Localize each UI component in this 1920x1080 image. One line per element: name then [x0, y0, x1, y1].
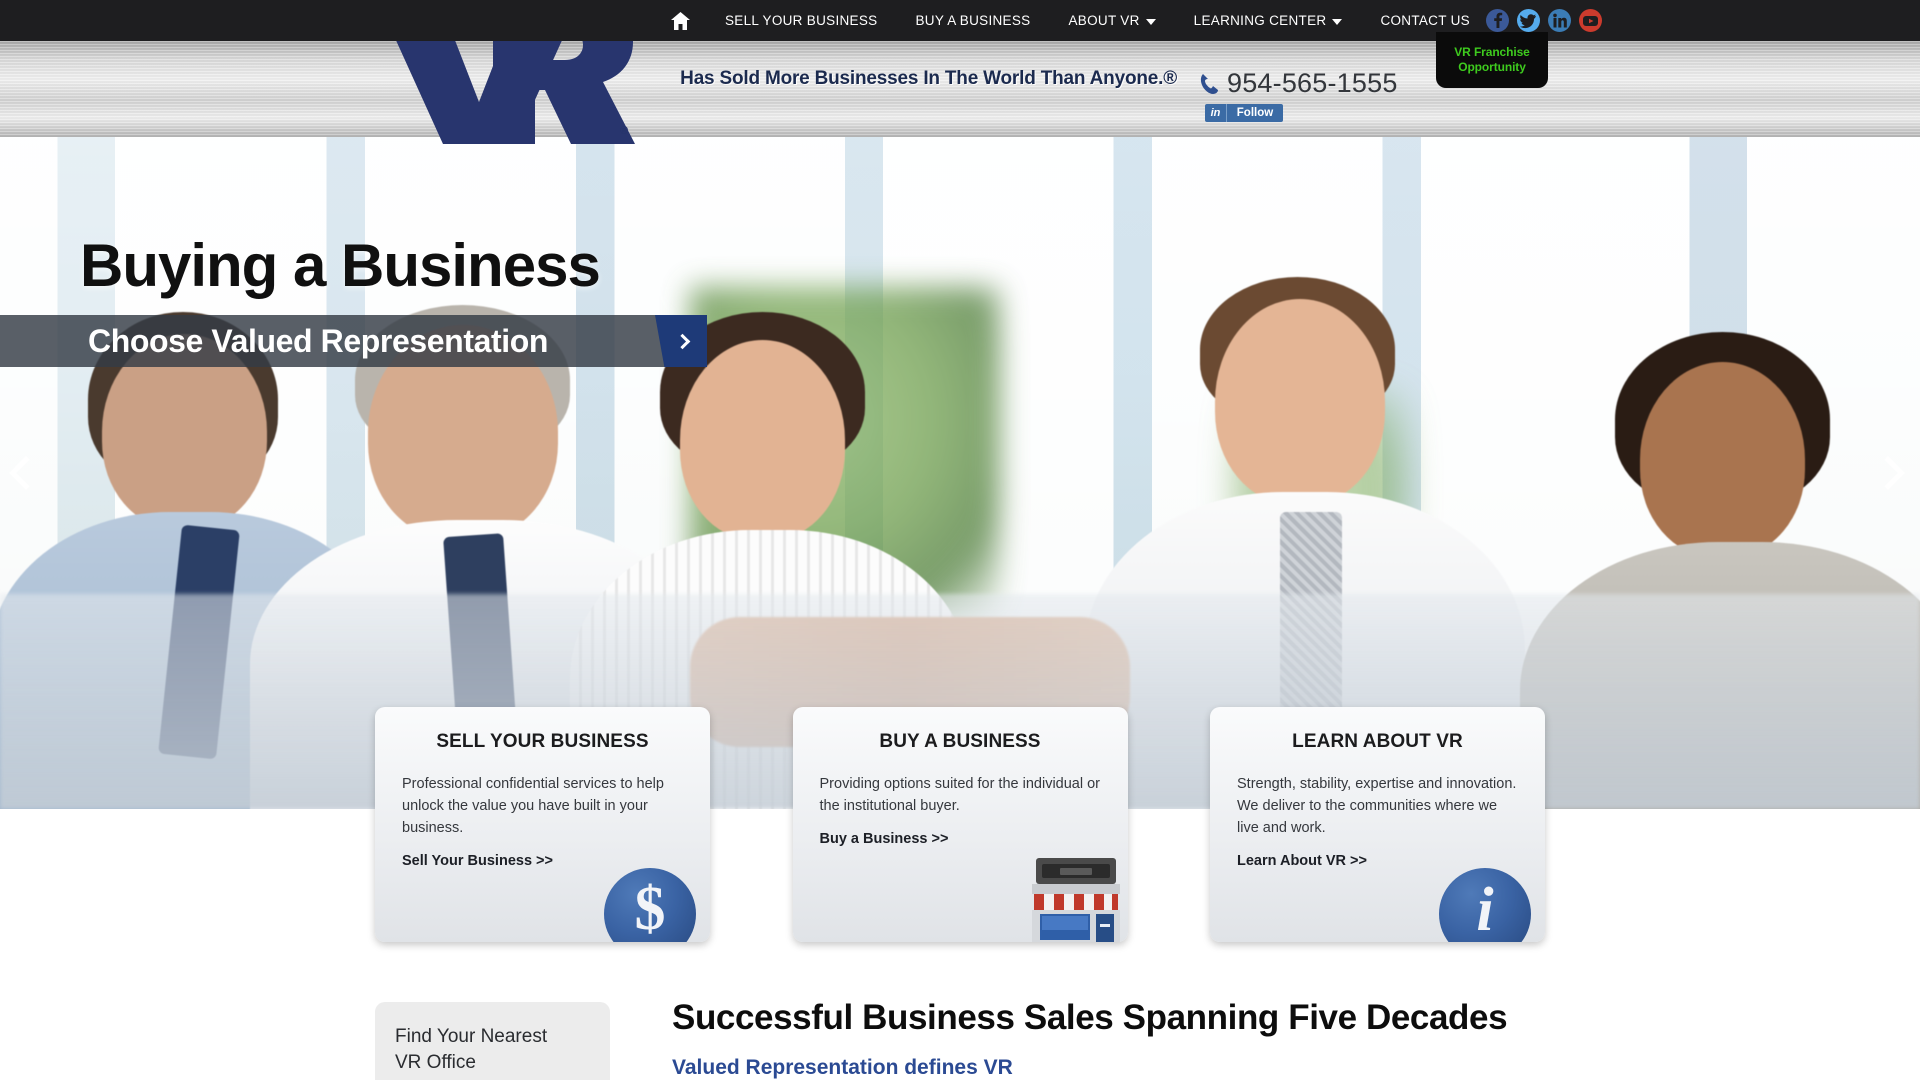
chevron-right-icon: [674, 333, 690, 349]
home-icon: [671, 11, 690, 30]
nav-links: SELL YOUR BUSINESS BUY A BUSINESS ABOUT …: [655, 0, 1489, 41]
nav-item-label: LEARNING CENTER: [1193, 13, 1327, 28]
card-title: SELL YOUR BUSINESS: [436, 731, 649, 752]
chevron-left-icon: [9, 456, 43, 490]
social-links: [1486, 9, 1602, 32]
dollar-circle-icon: $: [604, 868, 696, 942]
linkedin-follow-button[interactable]: in Follow: [1205, 104, 1283, 122]
linkedin-icon: in: [1205, 104, 1227, 122]
registered-trademark-mark: ®: [620, 125, 629, 137]
vr-franchise-opportunity-badge[interactable]: VR Franchise Opportunity: [1436, 32, 1548, 88]
phone-icon: [1200, 73, 1219, 95]
card-body: Strength, stability, expertise and innov…: [1237, 776, 1517, 836]
linkedin-icon[interactable]: [1548, 9, 1571, 32]
feature-cards: SELL YOUR BUSINESS Professional confiden…: [375, 707, 1545, 942]
hero-title: Buying a Business: [80, 232, 601, 299]
info-circle-icon: i: [1439, 868, 1531, 942]
phone-number[interactable]: 954-565-1555: [1227, 68, 1398, 99]
page-root: Buying a Business Choose Valued Represen…: [0, 0, 1920, 1080]
franchise-badge-line2: Opportunity: [1458, 60, 1526, 74]
chevron-down-icon: [1145, 18, 1156, 25]
nav-item-label: CONTACT US: [1380, 13, 1470, 28]
nav-item-label: SELL YOUR BUSINESS: [725, 13, 878, 28]
section-subheading: Valued Representation defines VR: [672, 1056, 1013, 1079]
card-link[interactable]: Learn About VR >>: [1237, 853, 1518, 869]
nav-item-about-vr[interactable]: ABOUT VR: [1049, 0, 1174, 41]
card-body: Providing options suited for the individ…: [819, 776, 1101, 814]
card-title: LEARN ABOUT VR: [1292, 731, 1463, 752]
nav-item-buy-a-business[interactable]: BUY A BUSINESS: [896, 0, 1049, 41]
header-contact: 954-565-1555 in Follow: [1200, 68, 1398, 122]
card-title: BUY A BUSINESS: [879, 731, 1041, 752]
hero-subtitle: Choose Valued Representation: [88, 322, 549, 359]
card-learn-about-vr[interactable]: LEARN ABOUT VR Strength, stability, expe…: [1210, 707, 1545, 942]
linkedin-follow-label: Follow: [1236, 107, 1274, 119]
hero-next-button[interactable]: [1868, 445, 1908, 501]
facebook-icon[interactable]: [1486, 9, 1509, 32]
chevron-down-icon: [1332, 18, 1343, 25]
youtube-icon[interactable]: [1579, 9, 1602, 32]
card-body: Professional confidential services to he…: [402, 776, 664, 836]
card-link[interactable]: Buy a Business >>: [820, 831, 1101, 847]
find-office-line1: Find Your Nearest: [395, 1026, 548, 1047]
header-tagline: Has Sold More Businesses In The World Th…: [680, 68, 1177, 89]
card-sell-your-business[interactable]: SELL YOUR BUSINESS Professional confiden…: [375, 707, 710, 942]
nav-item-learning-center[interactable]: LEARNING CENTER: [1175, 0, 1362, 41]
nav-item-label: BUY A BUSINESS: [915, 13, 1031, 28]
hero-prev-button[interactable]: [6, 445, 46, 501]
hero-subtitle-bar: Choose Valued Representation: [0, 315, 690, 367]
top-navigation-bar: SELL YOUR BUSINESS BUY A BUSINESS ABOUT …: [0, 0, 1920, 41]
find-office-line2: VR Office: [395, 1052, 476, 1073]
twitter-icon[interactable]: [1517, 9, 1540, 32]
nav-item-sell-your-business[interactable]: SELL YOUR BUSINESS: [706, 0, 896, 41]
chevron-right-icon: [1871, 456, 1905, 490]
franchise-badge-line1: VR Franchise: [1454, 45, 1530, 59]
nav-item-home[interactable]: [655, 0, 706, 41]
storefront-icon: [1030, 856, 1122, 942]
card-buy-a-business[interactable]: BUY A BUSINESS Providing options suited …: [792, 707, 1128, 942]
card-link[interactable]: Sell Your Business >>: [402, 853, 683, 869]
nav-item-label: ABOUT VR: [1068, 13, 1140, 28]
find-nearest-office-box[interactable]: Find Your Nearest VR Office: [375, 1002, 610, 1080]
intro-section: Successful Business Sales Spanning Five …: [672, 998, 1508, 1080]
section-heading: Successful Business Sales Spanning Five …: [672, 998, 1508, 1037]
